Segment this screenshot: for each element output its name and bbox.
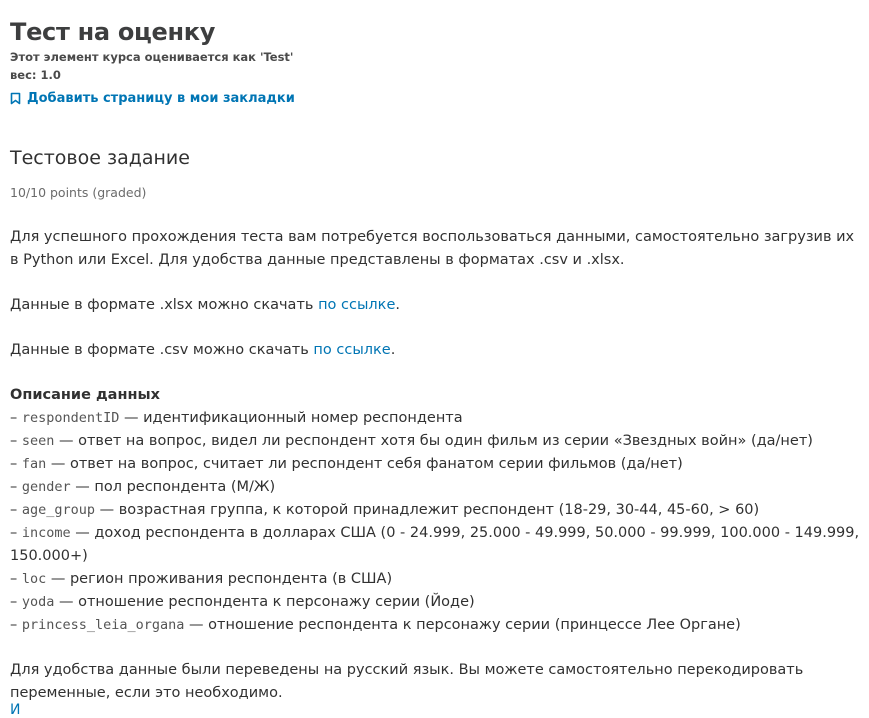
- field-item: – fan — ответ на вопрос, считает ли респ…: [10, 453, 860, 476]
- field-item: – loc — регион проживания респондента (в…: [10, 568, 860, 591]
- field-item: – princess_leia_organa — отношение респо…: [10, 614, 860, 637]
- truncated-text: И: [10, 702, 21, 718]
- field-dash: –: [10, 433, 22, 449]
- xlsx-download-link[interactable]: по ссылке: [318, 297, 395, 313]
- field-dash: –: [10, 410, 22, 426]
- bookmark-label: Добавить страницу в мои закладки: [27, 91, 295, 106]
- field-name: seen: [21, 433, 55, 449]
- field-item: – age_group — возрастная группа, к котор…: [10, 499, 860, 522]
- field-name: age_group: [21, 502, 96, 518]
- weight-label: вес: 1.0: [10, 68, 61, 82]
- field-desc: — отношение респондента к персонажу сери…: [54, 594, 475, 610]
- field-item: – respondentID — идентификационный номер…: [10, 407, 860, 430]
- csv-download-link[interactable]: по ссылке: [313, 342, 390, 358]
- problem-content: Для успешного прохождения теста вам потр…: [10, 226, 860, 705]
- field-name: respondentID: [21, 410, 120, 426]
- field-desc: — доход респондента в долларах США (0 - …: [10, 525, 860, 564]
- field-dash: –: [10, 456, 22, 472]
- field-item: – gender — пол респондента (М/Ж): [10, 476, 860, 499]
- field-name: income: [21, 525, 71, 541]
- xlsx-prefix: Данные в формате .xlsx можно скачать: [10, 297, 319, 313]
- field-desc: — отношение респондента к персонажу сери…: [184, 617, 741, 633]
- grading-note: Этот элемент курса оценивается как 'Test…: [10, 50, 294, 64]
- field-name: fan: [21, 456, 47, 472]
- problem-points: 10/10 points (graded): [10, 185, 147, 200]
- field-desc: — ответ на вопрос, видел ли респондент х…: [54, 433, 813, 449]
- field-name: loc: [21, 571, 47, 587]
- csv-line: Данные в формате .csv можно скачать по с…: [10, 339, 860, 362]
- field-dash: –: [10, 502, 22, 518]
- csv-period: .: [390, 342, 396, 358]
- field-dash: –: [10, 525, 22, 541]
- field-dash: –: [10, 617, 22, 633]
- field-desc: — пол респондента (М/Ж): [70, 479, 276, 495]
- field-item: – income — доход респондента в долларах …: [10, 522, 860, 568]
- course-unit-page: Тест на оценку Этот элемент курса оценив…: [0, 0, 869, 717]
- field-dash: –: [10, 571, 22, 587]
- field-dash: –: [10, 479, 22, 495]
- field-name: princess_leia_organa: [21, 617, 185, 633]
- xlsx-line: Данные в формате .xlsx можно скачать по …: [10, 294, 860, 317]
- field-name: yoda: [21, 594, 55, 610]
- field-desc: — ответ на вопрос, считает ли респондент…: [46, 456, 683, 472]
- field-dash: –: [10, 594, 22, 610]
- field-item: – yoda — отношение респондента к персона…: [10, 591, 860, 614]
- data-description-title: Описание данных: [10, 387, 160, 403]
- problem-title: Тестовое задание: [10, 147, 190, 169]
- xlsx-period: .: [395, 297, 400, 313]
- field-desc: — идентификационный номер респондента: [119, 410, 463, 426]
- field-desc: — возрастная группа, к которой принадлеж…: [95, 502, 760, 518]
- field-name: gender: [21, 479, 71, 495]
- field-desc: — регион проживания респондента (в США): [46, 571, 393, 587]
- bookmark-button[interactable]: Добавить страницу в мои закладки: [10, 91, 295, 106]
- unit-title: Тест на оценку: [10, 18, 216, 46]
- outro-text: Для удобства данные были переведены на р…: [10, 662, 804, 701]
- field-item: – seen — ответ на вопрос, видел ли респо…: [10, 430, 860, 453]
- bookmark-icon: [10, 92, 21, 105]
- intro-text: Для успешного прохождения теста вам потр…: [10, 229, 855, 268]
- csv-prefix: Данные в формате .csv можно скачать: [10, 342, 314, 358]
